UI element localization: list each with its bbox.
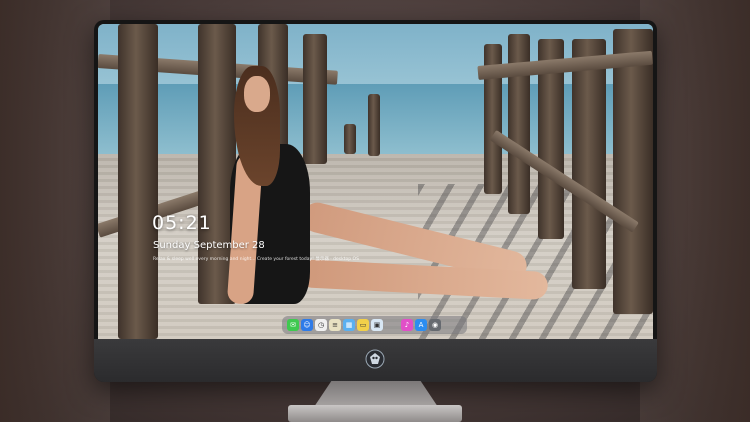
photos-icon[interactable]: ▣	[371, 319, 383, 331]
lockscreen-date: Sunday September 28	[153, 240, 265, 251]
wallpaper-right-post	[572, 39, 606, 289]
monitor-chin	[94, 339, 657, 382]
dock: ✉ ☺ ◷ ≡ ▦ ▭ ▣ ♪ A ◉	[282, 316, 467, 334]
wallpaper-person-face	[244, 76, 270, 112]
messages-icon[interactable]: ✉	[287, 319, 299, 331]
lockscreen-clock: 05:21	[152, 212, 212, 234]
notes-icon[interactable]: ≡	[329, 319, 341, 331]
clock-icon[interactable]: ◷	[315, 319, 327, 331]
monitor-stand-neck	[314, 381, 438, 407]
wallpaper-mid-post	[368, 94, 380, 156]
brand-logo-icon	[365, 349, 385, 369]
files-icon[interactable]: ▭	[357, 319, 369, 331]
wallpaper-mid-post	[344, 124, 356, 154]
lockscreen-subtitle: Relax & sleep well every morning and nig…	[153, 257, 359, 262]
wallpaper-left-post	[303, 34, 327, 164]
finder-icon[interactable]: ☺	[301, 319, 313, 331]
app-store-icon[interactable]: A	[415, 319, 427, 331]
wallpaper-right-post	[613, 29, 653, 314]
camera-icon[interactable]: ◉	[429, 319, 441, 331]
monitor: 05:21 Sunday September 28 Relax & sleep …	[94, 20, 657, 382]
monitor-stand-base	[288, 405, 462, 422]
wallpaper-left-post	[118, 24, 158, 339]
launchpad-icon[interactable]: ▦	[343, 319, 355, 331]
screen: 05:21 Sunday September 28 Relax & sleep …	[98, 24, 653, 339]
music-icon[interactable]: ♪	[401, 319, 413, 331]
